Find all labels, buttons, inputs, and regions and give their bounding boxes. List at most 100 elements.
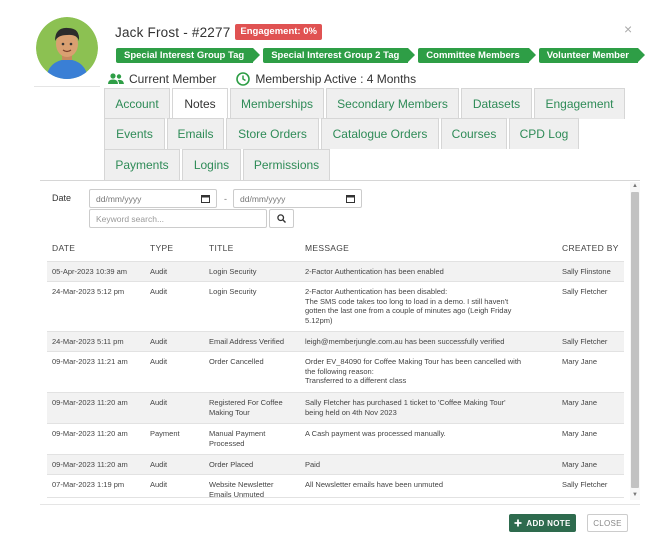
tab-engagement[interactable]: Engagement xyxy=(534,88,625,119)
keyword-search-input[interactable]: Keyword search... xyxy=(89,209,267,228)
table-bottom-border xyxy=(47,497,624,498)
table-row[interactable]: 24-Mar-2023 5:11 pm Audit Email Address … xyxy=(47,331,624,351)
cell-title: Email Address Verified xyxy=(209,337,285,346)
plus-icon xyxy=(514,519,522,527)
cell-date: 24-Mar-2023 5:11 pm xyxy=(52,337,124,346)
clock-icon xyxy=(236,72,251,86)
tab-notes[interactable]: Notes xyxy=(172,88,228,119)
table-row[interactable]: 09-Mar-2023 11:20 am Payment Manual Paym… xyxy=(47,423,624,454)
cell-title: Registered For Coffee Making Tour xyxy=(209,398,283,417)
tag-special-interest-group-2: Special Interest Group 2 Tag xyxy=(263,48,416,63)
calendar-icon xyxy=(346,195,355,203)
cell-title: Login Security xyxy=(209,267,257,276)
tab-secondary-members[interactable]: Secondary Members xyxy=(326,88,459,119)
date-filter-label: Date xyxy=(52,193,72,203)
member-name: Jack Frost - #2277 xyxy=(115,24,231,40)
tab-cpd-log[interactable]: CPD Log xyxy=(509,118,579,149)
cell-type: Audit xyxy=(150,267,168,276)
table-row[interactable]: 24-Mar-2023 5:12 pm Audit Login Security… xyxy=(47,281,624,331)
table-row[interactable]: 09-Mar-2023 11:21 am Audit Order Cancell… xyxy=(47,351,624,392)
cell-type: Audit xyxy=(150,480,168,489)
keyword-search-placeholder: Keyword search... xyxy=(96,213,165,224)
tab-account[interactable]: Account xyxy=(104,88,170,119)
tab-payments[interactable]: Payments xyxy=(104,149,180,180)
cell-type: Audit xyxy=(150,357,168,366)
tag-list: Special Interest Group Tag Special Inter… xyxy=(116,48,648,63)
header-type: TYPE xyxy=(150,243,174,253)
cell-date: 09-Mar-2023 11:20 am xyxy=(52,460,128,469)
membership-status: Membership Active : 4 Months xyxy=(236,72,416,86)
cell-created-by: Sally Fletcher xyxy=(562,337,608,346)
date-to-input[interactable]: dd/mm/yyyy xyxy=(233,189,362,208)
cell-date: 09-Mar-2023 11:20 am xyxy=(52,398,128,407)
table-row[interactable]: 07-Mar-2023 1:19 pm Audit Website Newsle… xyxy=(47,474,624,499)
cell-message: All Newsletter emails have been unmuted xyxy=(305,480,443,489)
member-header: Jack Frost - #2277 Engagement: 0% xyxy=(115,24,322,40)
tab-memberships[interactable]: Memberships xyxy=(230,88,324,119)
table-row[interactable]: 09-Mar-2023 11:20 am Audit Order Placed … xyxy=(47,454,624,474)
cell-title: Order Placed xyxy=(209,460,254,469)
tab-permissions[interactable]: Permissions xyxy=(243,149,330,180)
scroll-down-arrow-icon[interactable]: ▼ xyxy=(632,492,638,498)
header-date: DATE xyxy=(52,243,76,253)
search-icon xyxy=(277,214,286,223)
tab-datasets[interactable]: Datasets xyxy=(461,88,532,119)
avatar xyxy=(36,17,98,79)
cell-message: Order EV_84090 for Coffee Making Tour ha… xyxy=(305,357,522,385)
table-row[interactable]: 09-Mar-2023 11:20 am Audit Registered Fo… xyxy=(47,392,624,423)
member-status-label: Current Member xyxy=(129,72,217,86)
add-note-label: ADD NOTE xyxy=(526,518,571,528)
search-button[interactable] xyxy=(269,209,294,228)
cell-date: 09-Mar-2023 11:20 am xyxy=(52,429,128,438)
cell-title: Manual Payment Processed xyxy=(209,429,266,448)
tab-store-orders[interactable]: Store Orders xyxy=(226,118,319,149)
cell-message: 2-Factor Authentication has been enabled xyxy=(305,267,444,276)
engagement-badge: Engagement: 0% xyxy=(235,24,322,40)
cell-date: 09-Mar-2023 11:21 am xyxy=(52,357,128,366)
cell-message: Sally Fletcher has purchased 1 ticket to… xyxy=(305,398,506,417)
cell-type: Audit xyxy=(150,287,168,296)
users-icon xyxy=(108,73,124,84)
cell-date: 05-Apr-2023 10:39 am xyxy=(52,267,128,276)
tab-courses[interactable]: Courses xyxy=(441,118,507,149)
tab-logins[interactable]: Logins xyxy=(182,149,241,180)
cell-created-by: Mary Jane xyxy=(562,429,598,438)
add-note-button[interactable]: ADD NOTE xyxy=(509,514,576,532)
scroll-up-arrow-icon[interactable]: ▲ xyxy=(632,183,638,189)
cell-created-by: Mary Jane xyxy=(562,460,598,469)
tag-special-interest-group: Special Interest Group Tag xyxy=(116,48,261,63)
cell-type: Audit xyxy=(150,337,168,346)
membership-status-label: Membership Active : 4 Months xyxy=(255,72,417,86)
notes-table-header: DATE TYPE TITLE MESSAGE CREATED BY xyxy=(47,243,624,257)
member-status: Current Member xyxy=(108,72,216,86)
tab-emails[interactable]: Emails xyxy=(167,118,224,149)
calendar-icon xyxy=(201,195,210,203)
close-icon[interactable]: × xyxy=(624,22,632,36)
cell-message: A Cash payment was processed manually. xyxy=(305,429,446,438)
cell-created-by: Sally Fletcher xyxy=(562,480,608,489)
date-to-placeholder: dd/mm/yyyy xyxy=(240,193,286,204)
status-row: Current Member Membership Active : 4 Mon… xyxy=(108,72,436,86)
cell-date: 07-Mar-2023 1:19 pm xyxy=(52,480,125,489)
cell-message: 2-Factor Authentication has been disable… xyxy=(305,287,512,325)
tag-committee-members: Committee Members xyxy=(418,48,537,63)
date-from-placeholder: dd/mm/yyyy xyxy=(96,193,142,204)
cell-date: 24-Mar-2023 5:12 pm xyxy=(52,287,125,296)
cell-type: Audit xyxy=(150,460,168,469)
cell-message: leigh@memberjungle.com.au has been succe… xyxy=(305,337,505,346)
table-row[interactable]: 05-Apr-2023 10:39 am Audit Login Securit… xyxy=(47,261,624,281)
cell-created-by: Sally Fletcher xyxy=(562,287,608,296)
cell-type: Payment xyxy=(150,429,180,438)
cell-message: Paid xyxy=(305,460,321,469)
date-from-input[interactable]: dd/mm/yyyy xyxy=(89,189,217,208)
cell-created-by: Mary Jane xyxy=(562,398,598,407)
scrollbar-thumb[interactable] xyxy=(631,192,639,488)
tab-catalogue-orders[interactable]: Catalogue Orders xyxy=(321,118,439,149)
header-title: TITLE xyxy=(209,243,234,253)
close-button[interactable]: CLOSE xyxy=(587,514,628,532)
header-message: MESSAGE xyxy=(305,243,350,253)
divider xyxy=(34,86,100,87)
tab-events[interactable]: Events xyxy=(104,118,165,149)
date-separator: - xyxy=(224,194,227,204)
cell-type: Audit xyxy=(150,398,168,407)
